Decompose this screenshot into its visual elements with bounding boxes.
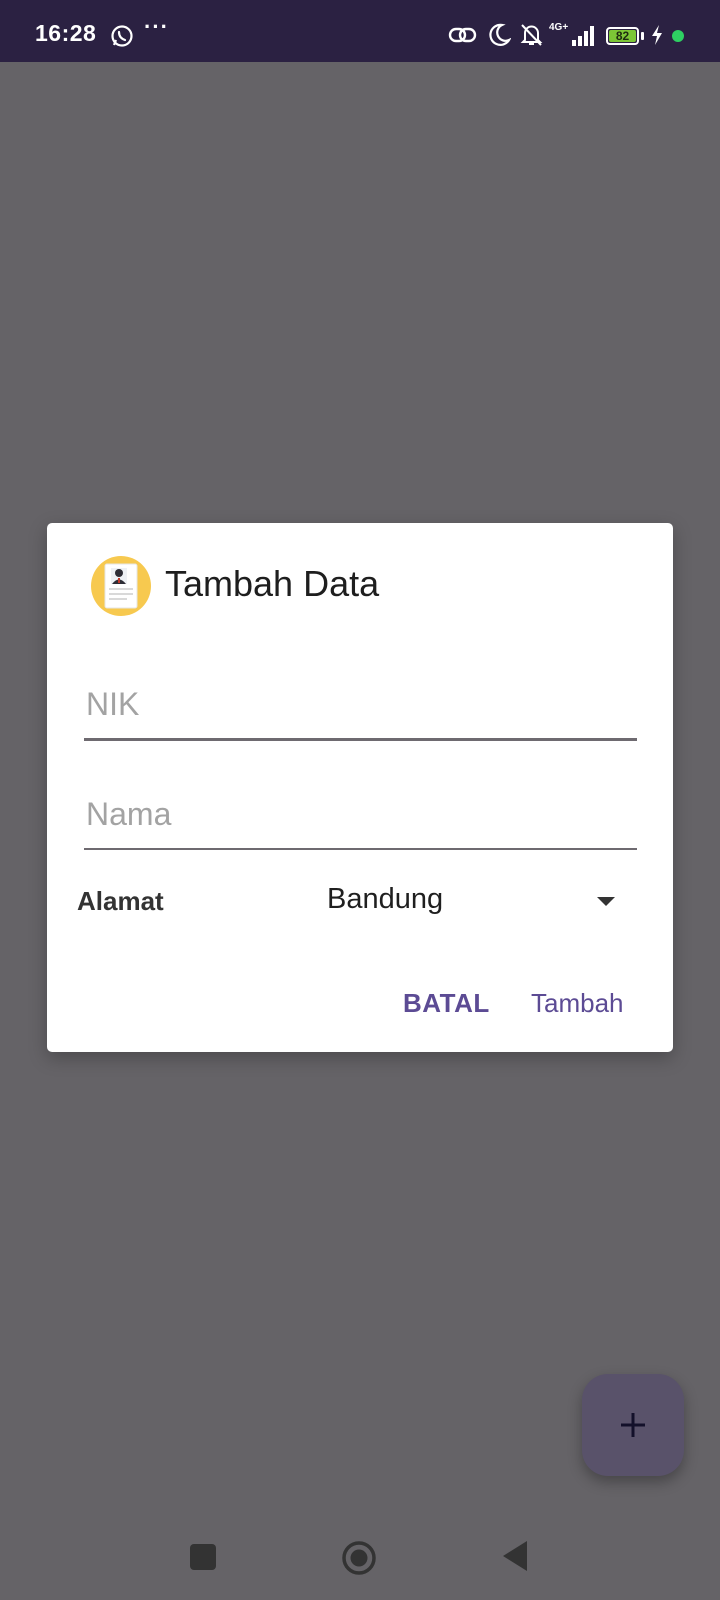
alamat-label: Alamat	[77, 886, 164, 916]
nama-field[interactable]	[84, 780, 637, 850]
dialog-title: Tambah Data	[165, 563, 380, 604]
nik-field[interactable]	[84, 671, 637, 741]
back-triangle-icon[interactable]	[502, 1540, 528, 1572]
moon-icon	[489, 23, 511, 46]
resume-document-icon	[91, 556, 151, 616]
dot-icon	[672, 30, 684, 42]
charging-icon	[652, 25, 662, 45]
dropdown-arrow-icon	[597, 897, 615, 906]
link-icon	[448, 27, 477, 43]
whatsapp-icon	[111, 25, 133, 47]
status-time: 16:28	[35, 20, 97, 46]
signal-icon	[572, 26, 594, 46]
battery-level: 82	[609, 30, 636, 42]
fab-add-button[interactable]	[582, 1374, 684, 1476]
more-dots-icon: ···	[144, 14, 169, 39]
add-button[interactable]: Tambah	[531, 983, 624, 1023]
cancel-button[interactable]: BATAL	[403, 983, 490, 1023]
battery-icon: 82	[606, 27, 639, 45]
plus-icon	[621, 1413, 645, 1437]
recents-square-icon[interactable]	[190, 1544, 216, 1570]
add-data-dialog: Tambah Data Alamat Bandung BATAL Tambah	[47, 523, 673, 1052]
home-circle-icon[interactable]	[341, 1540, 377, 1576]
alamat-dropdown[interactable]: Bandung	[317, 873, 657, 929]
battery-cap	[641, 32, 644, 40]
status-bar: 16:28 ··· 4G+ 82	[0, 0, 720, 62]
alamat-selected-value: Bandung	[327, 883, 444, 915]
bell-off-icon	[520, 24, 543, 46]
